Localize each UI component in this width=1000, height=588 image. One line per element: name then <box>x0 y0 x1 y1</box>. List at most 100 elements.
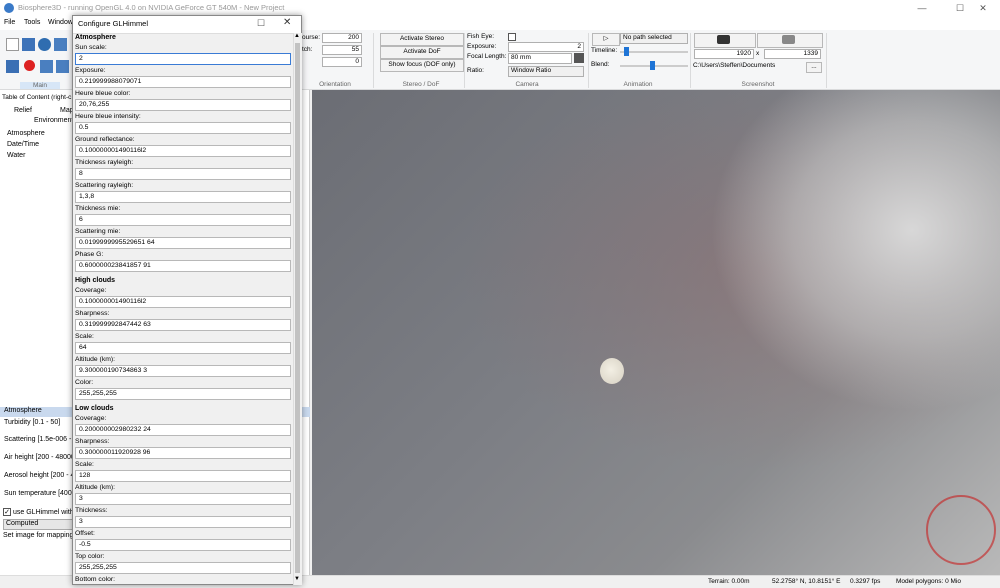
timeline-slider[interactable] <box>620 51 688 53</box>
low-clouds-label: Sharpness: <box>75 438 110 445</box>
low-clouds-field[interactable]: 128 <box>75 470 291 482</box>
high-clouds-field[interactable]: 64 <box>75 342 291 354</box>
settings-icon[interactable] <box>6 60 19 73</box>
dialog-maximize-button[interactable]: ☐ <box>257 18 265 29</box>
low-clouds-field[interactable]: 3 <box>75 516 291 528</box>
ratio-select[interactable]: Window Ratio <box>508 66 584 77</box>
dialog-scrollbar[interactable]: ▲ ▼ <box>293 33 302 585</box>
focal-length-icon[interactable] <box>574 53 584 63</box>
hires-camera-icon <box>782 35 795 44</box>
high-clouds-field[interactable]: 9.300000190734863 3 <box>75 365 291 377</box>
high-clouds-label: Sharpness: <box>75 310 110 317</box>
record-icon[interactable] <box>24 60 35 71</box>
low-clouds-label: Offset: <box>75 530 95 537</box>
browse-button[interactable]: ... <box>806 62 822 73</box>
scroll-up-icon[interactable]: ▲ <box>294 33 300 39</box>
main-tab[interactable]: Main <box>20 82 60 89</box>
camera-group-label: Camera <box>515 81 539 88</box>
tool-icon[interactable] <box>40 60 53 73</box>
atmosphere-field[interactable]: 0.600000023841857 91 <box>75 260 291 272</box>
property-sun-temperature[interactable]: Sun temperature [4000 <box>4 490 76 497</box>
minimize-button[interactable]: — <box>904 0 940 17</box>
tree-atmosphere[interactable]: Atmosphere <box>7 130 45 137</box>
high-clouds-field[interactable]: 0.319999992847442 63 <box>75 319 291 331</box>
screenshot-width-field[interactable]: 1920 <box>694 49 754 59</box>
status-fps: 0.3297 fps <box>850 578 881 585</box>
activate-dof-button[interactable]: Activate DoF <box>380 46 464 59</box>
fish-eye-checkbox[interactable] <box>508 33 516 41</box>
save-icon[interactable] <box>54 38 67 51</box>
play-button[interactable]: ▷ <box>592 33 620 46</box>
low-clouds-field[interactable]: -0.5 <box>75 539 291 551</box>
exposure-label: Exposure: <box>467 43 497 50</box>
atmosphere-label: Heure bleue color: <box>75 90 131 97</box>
high-clouds-section: High clouds <box>75 277 116 284</box>
atmosphere-field[interactable]: 0.219999988079071 <box>75 76 291 88</box>
atmosphere-label: Scattering mie: <box>75 228 121 235</box>
layer-icon[interactable] <box>56 60 69 73</box>
use-glhimmel-label: use GLHimmel with <box>13 509 74 516</box>
globe-icon[interactable] <box>38 38 51 51</box>
atmosphere-field[interactable]: 0.0199999995529651 64 <box>75 237 291 249</box>
use-glhimmel-checkbox[interactable]: ✓ <box>3 508 11 516</box>
property-aerosol-height[interactable]: Aerosol height [200 - 4 <box>4 472 74 479</box>
stereo-dof-group-label: Stereo / DoF <box>402 81 440 88</box>
low-clouds-label: Thickness: <box>75 507 108 514</box>
focal-length-label: Focal Length: <box>467 53 507 60</box>
tree-water[interactable]: Water <box>7 152 25 159</box>
exposure-field[interactable]: 2 <box>508 42 584 52</box>
scroll-thumb[interactable] <box>295 43 300 573</box>
property-air-height[interactable]: Air height [200 - 48000 <box>4 454 75 461</box>
compass-icon[interactable] <box>926 495 996 565</box>
dialog-close-button[interactable]: ✕ <box>283 17 291 28</box>
status-coords: 52.2758° N, 10.8151° E <box>772 578 841 585</box>
tab-relief[interactable]: Relief <box>14 107 32 114</box>
close-button[interactable]: ✕ <box>966 0 1000 17</box>
scroll-down-icon[interactable]: ▼ <box>294 576 300 582</box>
blend-label: Blend: <box>591 61 610 68</box>
open-icon[interactable] <box>22 38 35 51</box>
high-clouds-field[interactable]: 255,255,255 <box>75 388 291 400</box>
low-clouds-field[interactable]: 255,255,255 <box>75 562 291 574</box>
low-clouds-field[interactable]: 3 <box>75 493 291 505</box>
low-clouds-label: Altitude (km): <box>75 484 116 491</box>
atmosphere-label: Thickness mie: <box>75 205 121 212</box>
high-clouds-field[interactable]: 0.100000001490116l2 <box>75 296 291 308</box>
3d-viewport[interactable] <box>312 90 1000 575</box>
menu-file[interactable]: File <box>4 19 15 26</box>
menu-tools[interactable]: Tools <box>24 19 40 26</box>
atmosphere-field[interactable]: 8 <box>75 168 291 180</box>
pitch-field[interactable]: 55 <box>322 45 362 55</box>
focal-length-select[interactable]: 80 mm <box>508 53 572 64</box>
low-clouds-field[interactable]: 0.200000002980232 24 <box>75 424 291 436</box>
ribbon-separator <box>464 33 465 88</box>
property-scattering[interactable]: Scattering [1.5e-006 - <box>4 436 71 443</box>
screenshot-height-field[interactable]: 1339 <box>764 49 821 59</box>
atmosphere-field[interactable]: 0.100000001490116l2 <box>75 145 291 157</box>
show-focus-button[interactable]: Show focus (DOF only) <box>380 59 464 72</box>
new-icon[interactable] <box>6 38 19 51</box>
screenshot-path: C:\Users\Steffen\Documents <box>693 62 776 69</box>
atmosphere-field[interactable]: 2 <box>75 53 291 65</box>
activate-stereo-button[interactable]: Activate Stereo <box>380 33 464 46</box>
atmosphere-label: Thickness rayleigh: <box>75 159 134 166</box>
moon <box>600 358 624 384</box>
path-select[interactable]: No path selected <box>620 33 688 44</box>
configure-glhimmel-dialog: Configure GLHimmel ☐ ✕ Atmosphere Sun sca… <box>72 15 302 585</box>
atmosphere-field[interactable]: 0.5 <box>75 122 291 134</box>
roll-field[interactable]: 0 <box>322 57 362 67</box>
course-field[interactable]: 200 <box>322 33 362 43</box>
low-clouds-label: Top color: <box>75 553 105 560</box>
toc-label: Table of Content (right-c <box>2 94 72 101</box>
atmosphere-field[interactable]: 20,76,255 <box>75 99 291 111</box>
blend-slider-thumb[interactable] <box>650 61 655 70</box>
low-clouds-field[interactable]: 0.300000011920928 96 <box>75 447 291 459</box>
computed-select[interactable]: Computed <box>3 519 73 530</box>
atmosphere-field[interactable]: 1,3,8 <box>75 191 291 203</box>
timeline-slider-thumb[interactable] <box>624 47 629 56</box>
property-turbidity[interactable]: Turbidity [0.1 - 50] <box>4 419 60 426</box>
menu-window[interactable]: Window <box>48 19 73 26</box>
atmosphere-field[interactable]: 6 <box>75 214 291 226</box>
fish-eye-label: Fish Eye: <box>467 33 495 40</box>
tree-date-time[interactable]: Date/Time <box>7 141 39 148</box>
